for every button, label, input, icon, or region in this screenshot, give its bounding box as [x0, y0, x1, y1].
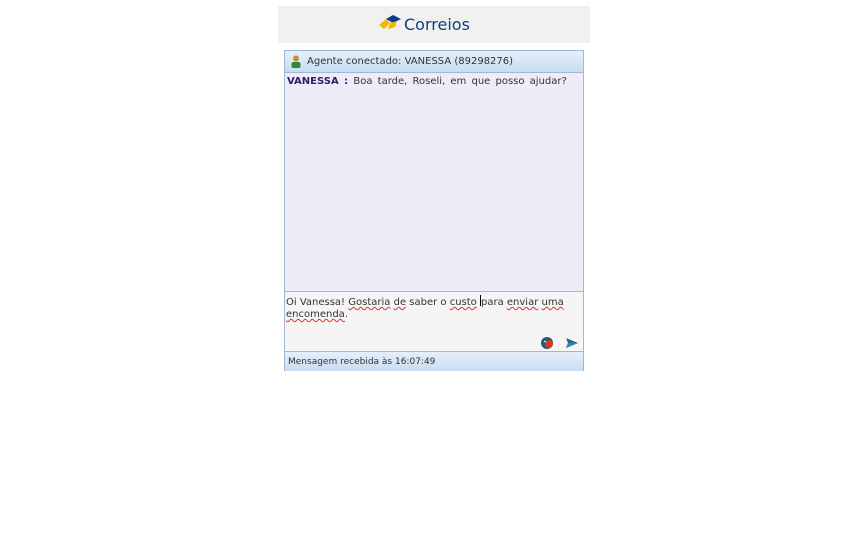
- send-button[interactable]: [565, 335, 579, 349]
- message-input[interactable]: Oi Vanessa! Gostaria de saber o custo pa…: [286, 295, 578, 321]
- agent-status-bar: Agente conectado: VANESSA (89298276): [285, 51, 583, 73]
- correios-logo-icon: [379, 15, 401, 29]
- message-list: VANESSA : Boa tarde, Roseli, em que poss…: [285, 73, 583, 292]
- chat-window: Agente conectado: VANESSA (89298276) VAN…: [284, 50, 584, 371]
- brand-name: Correios: [404, 14, 470, 34]
- emoji-icon: [541, 337, 553, 349]
- message-input-area[interactable]: Oi Vanessa! Gostaria de saber o custo pa…: [285, 292, 583, 351]
- agent-connected-label: Agente conectado: VANESSA (89298276): [307, 56, 514, 67]
- message-sender: VANESSA :: [287, 76, 349, 87]
- agent-person-icon: [291, 55, 301, 68]
- send-arrow-icon: [566, 338, 578, 348]
- status-text: Mensagem recebida às 16:07:49: [288, 356, 436, 367]
- emoji-button[interactable]: [540, 335, 554, 349]
- message-text: Boa tarde, Roseli, em que posso ajudar?: [353, 76, 567, 87]
- correios-logo[interactable]: Correios: [379, 12, 470, 36]
- status-bar: Mensagem recebida às 16:07:49: [285, 351, 583, 371]
- message-item: VANESSA : Boa tarde, Roseli, em que poss…: [287, 75, 581, 88]
- site-header: Correios: [278, 6, 590, 43]
